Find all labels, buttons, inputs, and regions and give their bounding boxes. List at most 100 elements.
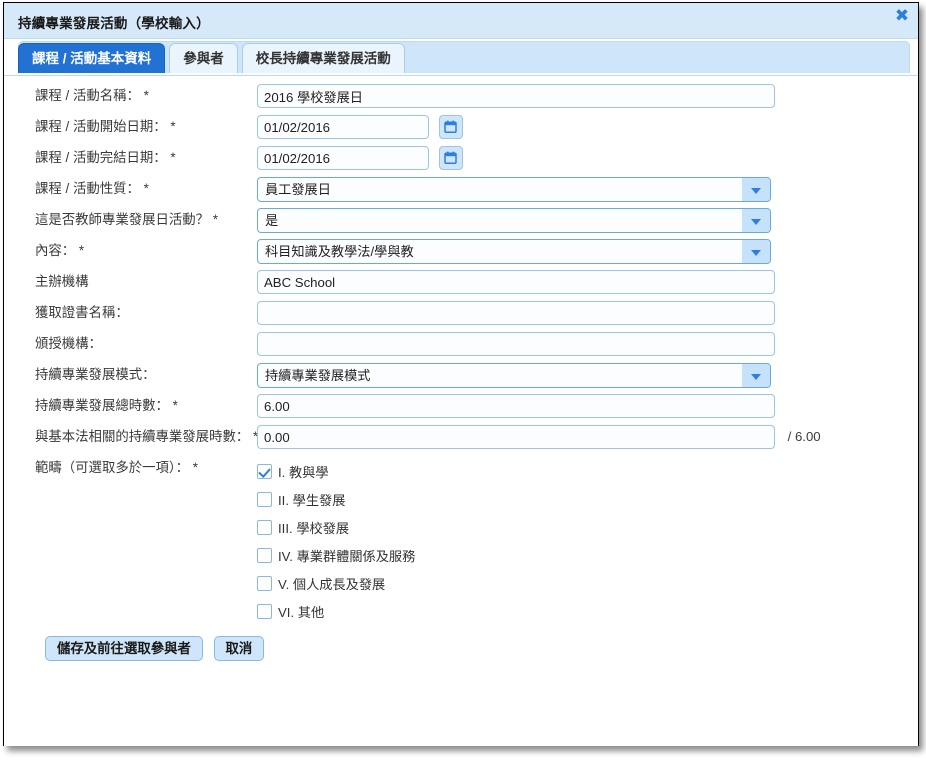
form-row-domains: 範疇（可選取多於一項）： * I. 教與學 II. 學生發展 III. 學校發展…: [4, 456, 918, 625]
label-course-name: 課程 / 活動名稱： *: [4, 84, 257, 108]
field-end-date: [257, 146, 918, 170]
dialog-title: 持續專業發展活動（學校輸入）: [18, 16, 210, 31]
domain-checkbox-3[interactable]: [257, 519, 272, 535]
save-and-select-participants-button[interactable]: 儲存及前往選取參與者: [45, 636, 203, 661]
close-icon[interactable]: ✖: [893, 7, 911, 25]
list-item: II. 學生發展: [257, 485, 918, 513]
field-nature: 員工發展日: [257, 177, 918, 202]
cpd-activity-dialog: 持續專業發展活動（學校輸入） ✖ 課程 / 活動基本資料 參與者 校長持續專業發…: [3, 2, 919, 746]
chevron-down-icon[interactable]: [742, 240, 770, 263]
domain-checkbox-5[interactable]: [257, 575, 272, 591]
form-row-start-date: 課程 / 活動開始日期： *: [4, 115, 918, 146]
list-item: IV. 專業群體關係及服務: [257, 541, 918, 569]
form-row-awarding-body: 頒授機構：: [4, 332, 918, 363]
domain-checkbox-2[interactable]: [257, 491, 272, 507]
form-row-cpd-mode: 持續專業發展模式： 持續專業發展模式: [4, 363, 918, 394]
label-is-pd-day-text: 這是否教師專業發展日活動？: [35, 212, 210, 227]
domain-label-6: VI. 其他: [278, 604, 325, 620]
required-marker: *: [172, 398, 178, 413]
field-content: 科目知識及教學法/學與教: [257, 239, 918, 264]
tab-course-basic-info[interactable]: 課程 / 活動基本資料: [18, 43, 166, 73]
list-item: III. 學校發展: [257, 513, 918, 541]
field-basic-law-hours: / 6.00: [257, 425, 918, 449]
label-content-text: 內容：: [35, 243, 76, 258]
form-row-total-hours: 持續專業發展總時數： *: [4, 394, 918, 425]
required-marker: *: [170, 150, 176, 165]
awarding-body-input[interactable]: [257, 332, 775, 356]
basic-law-hours-total: / 6.00: [787, 429, 821, 444]
label-end-date: 課程 / 活動完結日期： *: [4, 146, 257, 170]
nature-select-value: 員工發展日: [265, 182, 331, 197]
form-row-certificate: 獲取證書名稱：: [4, 301, 918, 332]
field-domains: I. 教與學 II. 學生發展 III. 學校發展 IV. 專業群體關係及服務 …: [257, 456, 918, 625]
field-total-hours: [257, 394, 918, 418]
label-content: 內容： *: [4, 239, 257, 263]
organiser-input[interactable]: [257, 270, 775, 294]
form-row-course-name: 課程 / 活動名稱： *: [4, 84, 918, 115]
chevron-down-icon[interactable]: [742, 209, 770, 232]
field-organiser: [257, 270, 918, 294]
domain-label-2: II. 學生發展: [278, 492, 346, 508]
domain-checkbox-4[interactable]: [257, 547, 272, 563]
domain-checkbox-6[interactable]: [257, 603, 272, 619]
label-domains-text: 範疇（可選取多於一項）：: [35, 460, 189, 475]
tab-participants[interactable]: 參與者: [169, 43, 238, 73]
total-hours-input[interactable]: [257, 394, 775, 418]
domain-checkbox-list: I. 教與學 II. 學生發展 III. 學校發展 IV. 專業群體關係及服務 …: [257, 456, 918, 625]
form-row-is-pd-day: 這是否教師專業發展日活動？ * 是: [4, 208, 918, 239]
domain-label-5: V. 個人成長及發展: [278, 576, 386, 592]
content-select-value: 科目知識及教學法/學與教: [265, 244, 414, 259]
basic-law-hours-input[interactable]: [257, 425, 775, 449]
form-row-organiser: 主辦機構: [4, 270, 918, 301]
calendar-icon[interactable]: [438, 115, 463, 139]
screen: 持續專業發展活動（學校輸入） ✖ 課程 / 活動基本資料 參與者 校長持續專業發…: [0, 0, 926, 760]
dialog-titlebar: 持續專業發展活動（學校輸入） ✖: [4, 3, 918, 39]
label-basic-law-hours: 與基本法相關的持續專業發展時數： *: [4, 425, 258, 449]
required-marker: *: [170, 119, 176, 134]
label-course-name-text: 課程 / 活動名稱：: [35, 88, 140, 103]
domain-label-1: I. 教與學: [278, 464, 329, 480]
domain-label-3: III. 學校發展: [278, 520, 350, 536]
tab-principal-cpd[interactable]: 校長持續專業發展活動: [241, 43, 405, 73]
nature-select[interactable]: 員工發展日: [257, 177, 771, 202]
calendar-icon[interactable]: [438, 146, 463, 170]
label-certificate-text: 獲取證書名稱：: [35, 305, 129, 320]
cpd-mode-select[interactable]: 持續專業發展模式: [257, 363, 771, 388]
chevron-down-icon[interactable]: [742, 364, 770, 387]
label-nature-text: 課程 / 活動性質：: [35, 181, 140, 196]
label-domains: 範疇（可選取多於一項）： *: [4, 456, 257, 480]
label-awarding-body: 頒授機構：: [4, 332, 257, 356]
field-awarding-body: [257, 332, 918, 356]
is-pd-day-select[interactable]: 是: [257, 208, 771, 233]
field-certificate: [257, 301, 918, 325]
cancel-button[interactable]: 取消: [213, 636, 265, 661]
label-nature: 課程 / 活動性質： *: [4, 177, 257, 201]
label-cpd-mode-text: 持續專業發展模式：: [35, 367, 156, 382]
label-start-date: 課程 / 活動開始日期： *: [4, 115, 257, 139]
field-is-pd-day: 是: [257, 208, 918, 233]
cpd-mode-select-value: 持續專業發展模式: [265, 368, 371, 383]
start-date-input[interactable]: [257, 115, 429, 139]
domain-label-4: IV. 專業群體關係及服務: [278, 548, 416, 564]
required-marker: *: [212, 212, 219, 227]
field-start-date: [257, 115, 918, 139]
domain-checkbox-1[interactable]: [257, 463, 272, 479]
course-name-input[interactable]: [257, 84, 775, 108]
required-marker: *: [143, 181, 149, 196]
dialog-body: 課程 / 活動名稱： * 課程 / 活動開始日期： *: [4, 75, 918, 746]
certificate-input[interactable]: [257, 301, 775, 325]
required-marker: *: [143, 88, 149, 103]
list-item: VI. 其他: [257, 597, 918, 625]
chevron-down-icon[interactable]: [742, 178, 770, 201]
content-select[interactable]: 科目知識及教學法/學與教: [257, 239, 771, 264]
end-date-input[interactable]: [257, 146, 429, 170]
label-total-hours: 持續專業發展總時數： *: [4, 394, 257, 418]
label-cpd-mode: 持續專業發展模式：: [4, 363, 257, 387]
list-item: I. 教與學: [257, 457, 918, 485]
field-course-name: [257, 84, 918, 108]
form-row-end-date: 課程 / 活動完結日期： *: [4, 146, 918, 177]
label-total-hours-text: 持續專業發展總時數：: [35, 398, 169, 413]
label-is-pd-day: 這是否教師專業發展日活動？ *: [4, 208, 257, 232]
required-marker: *: [78, 243, 85, 258]
list-item: V. 個人成長及發展: [257, 569, 918, 597]
